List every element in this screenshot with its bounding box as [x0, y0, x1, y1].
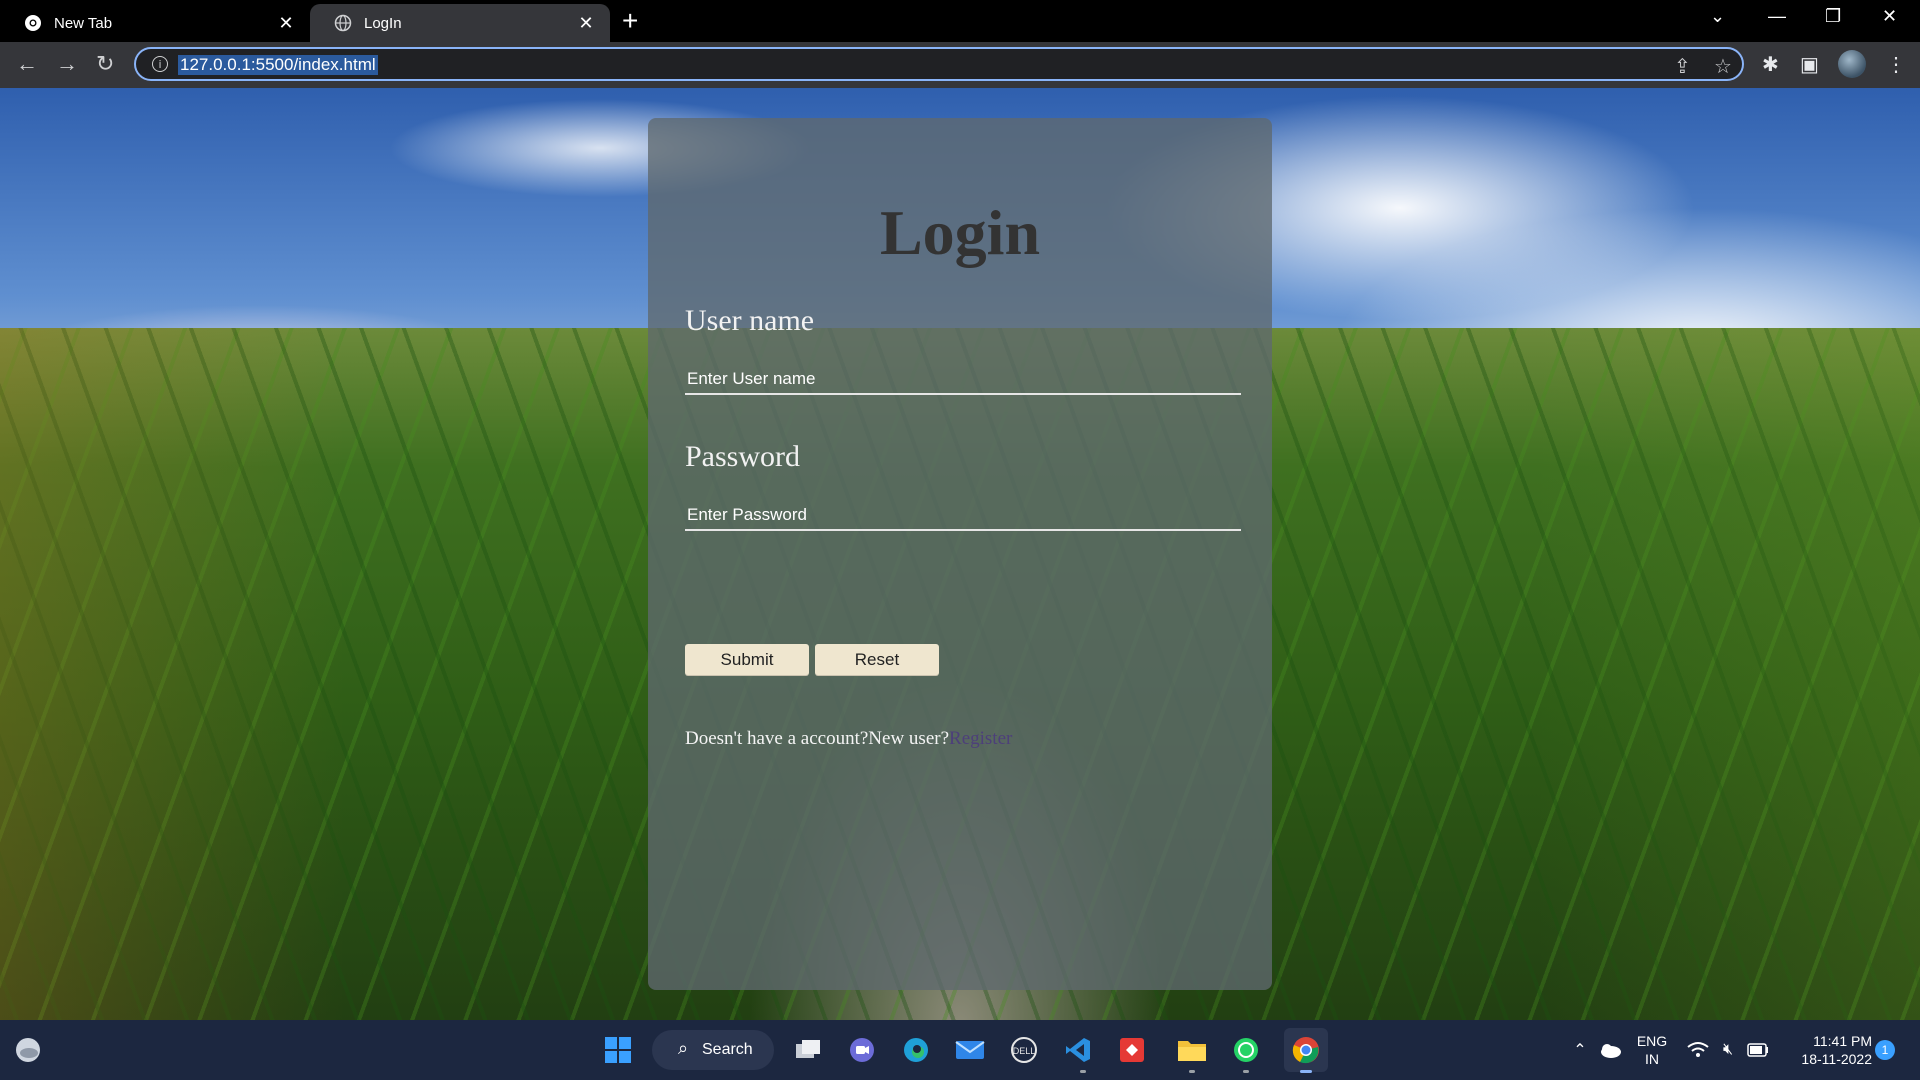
vscode-icon[interactable]: [1060, 1032, 1096, 1068]
task-view-icon[interactable]: [790, 1032, 826, 1068]
register-prompt-text: Doesn't have a account?New user?: [685, 728, 950, 749]
forward-arrow-icon[interactable]: →: [56, 50, 78, 78]
address-bar[interactable]: i 127.0.0.1:5500/index.html ⇪ ☆: [134, 47, 1744, 81]
svg-text:DELL: DELL: [1013, 1046, 1036, 1056]
username-label: User name: [685, 304, 815, 337]
extensions-puzzle-icon[interactable]: ✱: [1762, 52, 1779, 77]
battery-icon[interactable]: [1740, 1032, 1776, 1068]
search-icon: ⌕: [678, 1038, 689, 1058]
password-input[interactable]: [685, 501, 1241, 531]
browser-tab-strip: New Tab ✕ LogIn ✕ + ⌄ — ❐ ✕: [0, 0, 1920, 42]
bookmark-star-icon[interactable]: ☆: [1714, 54, 1732, 79]
dell-icon[interactable]: DELL: [1006, 1032, 1042, 1068]
anydesk-icon[interactable]: [1114, 1032, 1150, 1068]
onedrive-cloud-icon[interactable]: [1592, 1032, 1628, 1068]
language-code: ENG: [1636, 1033, 1668, 1049]
username-input[interactable]: [685, 365, 1241, 395]
register-prompt: Doesn't have a account?New user?Register: [685, 728, 1012, 750]
windows-start-icon[interactable]: [600, 1032, 636, 1068]
close-icon[interactable]: ✕: [274, 13, 298, 34]
reset-button[interactable]: Reset: [815, 644, 939, 676]
web-page: Login User name Password Submit Reset Do…: [0, 88, 1920, 1020]
profile-avatar[interactable]: [1838, 50, 1866, 78]
tab-login[interactable]: LogIn ✕: [310, 4, 610, 42]
teams-chat-icon[interactable]: [844, 1032, 880, 1068]
app-running-indicator: [1243, 1070, 1249, 1073]
minimize-icon[interactable]: —: [1768, 6, 1786, 27]
chrome-icon[interactable]: [1284, 1028, 1328, 1072]
app-running-indicator: [1080, 1070, 1086, 1073]
language-indicator[interactable]: ENG IN: [1632, 1032, 1672, 1068]
reload-icon[interactable]: ↻: [96, 50, 114, 78]
login-title: Login: [879, 197, 1041, 268]
tab-label: New Tab: [54, 14, 113, 32]
window-close-icon[interactable]: ✕: [1882, 6, 1897, 27]
app-running-indicator: [1189, 1070, 1195, 1073]
whatsapp-icon[interactable]: [1228, 1032, 1264, 1068]
restore-icon[interactable]: ❐: [1825, 6, 1841, 27]
browser-toolbar: ← → ↻ i 127.0.0.1:5500/index.html ⇪ ☆ ✱ …: [0, 42, 1920, 88]
url-text[interactable]: 127.0.0.1:5500/index.html: [178, 55, 378, 75]
side-panel-icon[interactable]: ▣: [1800, 52, 1819, 77]
tab-label: LogIn: [364, 14, 402, 32]
taskbar-search[interactable]: ⌕ Search: [652, 1030, 774, 1070]
region-code: IN: [1645, 1051, 1659, 1067]
clock-time: 11:41 PM: [1813, 1033, 1872, 1049]
search-label: Search: [702, 1041, 753, 1058]
menu-kebab-icon[interactable]: ⋮: [1886, 52, 1906, 77]
close-icon[interactable]: ✕: [574, 13, 598, 34]
site-info-icon[interactable]: i: [152, 56, 168, 72]
back-arrow-icon[interactable]: ←: [16, 50, 38, 78]
edge-icon[interactable]: [898, 1032, 934, 1068]
notification-badge[interactable]: 1: [1875, 1040, 1895, 1060]
mail-icon[interactable]: [952, 1032, 988, 1068]
share-icon[interactable]: ⇪: [1674, 54, 1691, 79]
app-active-indicator: [1300, 1070, 1312, 1073]
file-explorer-icon[interactable]: [1174, 1032, 1210, 1068]
login-card: Login User name Password Submit Reset Do…: [648, 118, 1272, 990]
chrome-icon: [24, 14, 42, 32]
tab-new-tab[interactable]: New Tab ✕: [0, 4, 310, 42]
windows-taskbar: ⌕ Search DELL ⌃ ENG IN 🔇︎ 11:41 PM 18-11…: [0, 1020, 1920, 1080]
register-link[interactable]: Register: [949, 728, 1012, 749]
password-label: Password: [685, 440, 801, 473]
weather-icon[interactable]: [10, 1032, 46, 1068]
tab-search-chevron-icon[interactable]: ⌄: [1710, 6, 1725, 27]
clock[interactable]: 11:41 PM 18-11-2022: [1782, 1032, 1872, 1068]
new-tab-button[interactable]: +: [622, 6, 638, 36]
clock-date: 18-11-2022: [1801, 1051, 1872, 1067]
globe-icon: [334, 14, 352, 32]
submit-button[interactable]: Submit: [685, 644, 809, 676]
